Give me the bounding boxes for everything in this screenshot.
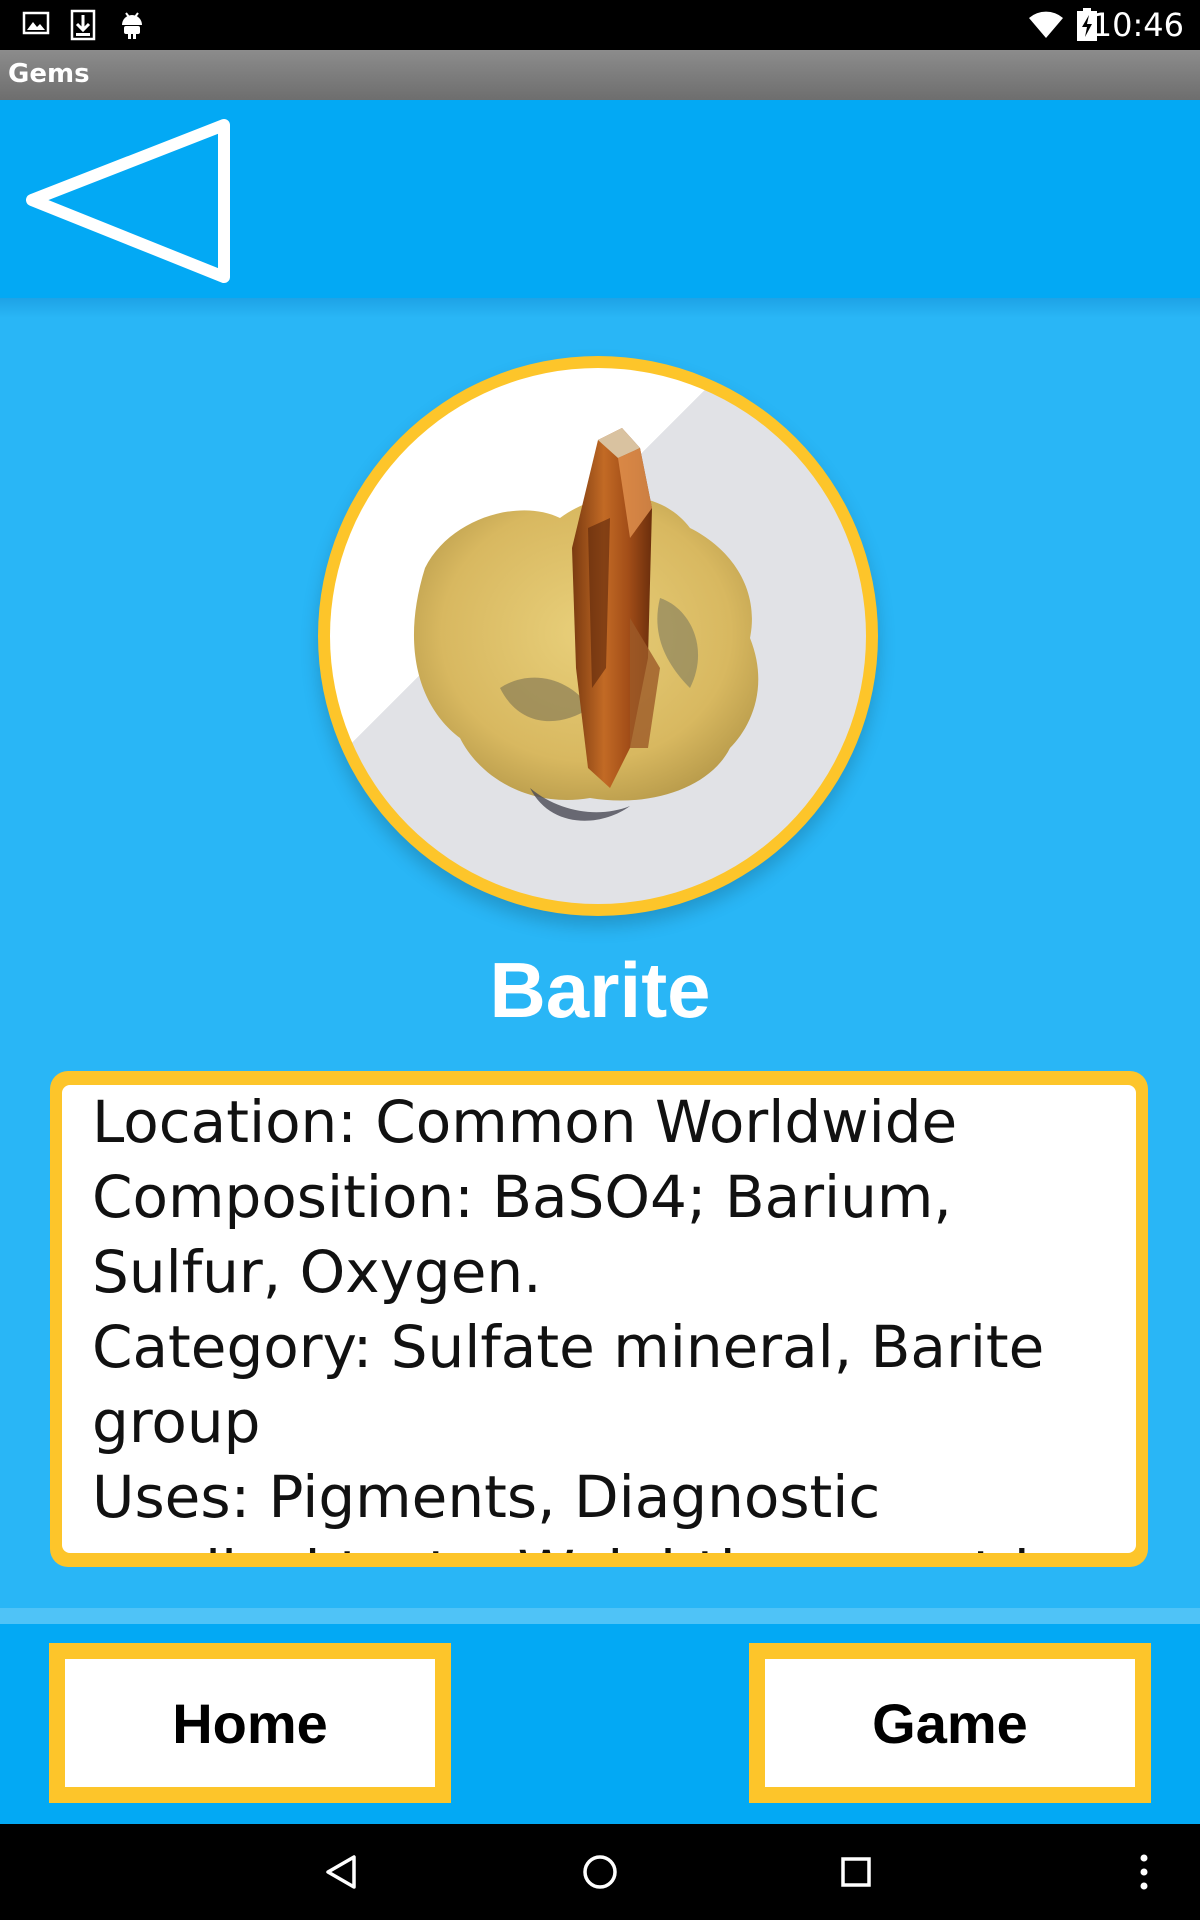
wifi-icon bbox=[1029, 11, 1063, 38]
home-button[interactable]: Home bbox=[49, 1643, 451, 1803]
gem-location: Location: Common Worldwide bbox=[92, 1088, 958, 1156]
game-button-label: Game bbox=[765, 1659, 1135, 1787]
gem-image bbox=[330, 368, 866, 904]
gem-category: Category: Sulfate mineral, Barite group bbox=[92, 1313, 1045, 1456]
recents-icon[interactable] bbox=[836, 1852, 876, 1892]
gem-info-box[interactable]: Location: Common Worldwide Composition: … bbox=[50, 1071, 1148, 1567]
status-time: 10:46 bbox=[1091, 6, 1184, 44]
home-circle-icon[interactable] bbox=[580, 1852, 620, 1892]
gem-info-text: Location: Common Worldwide Composition: … bbox=[92, 1085, 1122, 1553]
app-title: Gems bbox=[8, 59, 90, 89]
status-bar: 10:46 bbox=[0, 0, 1200, 50]
gem-info-scroll[interactable]: Location: Common Worldwide Composition: … bbox=[62, 1085, 1136, 1553]
home-button-label: Home bbox=[65, 1659, 435, 1787]
back-icon[interactable] bbox=[322, 1852, 362, 1892]
barite-crystal-photo bbox=[413, 428, 759, 821]
back-triangle-icon[interactable] bbox=[24, 117, 234, 285]
game-button[interactable]: Game bbox=[749, 1643, 1151, 1803]
overflow-menu-icon[interactable] bbox=[1134, 1852, 1154, 1892]
download-icon bbox=[70, 9, 96, 41]
gem-image-frame bbox=[318, 356, 878, 916]
header-shadow bbox=[0, 298, 1200, 318]
gem-uses: Uses: Pigments, Diagnostic medical tests… bbox=[92, 1463, 1067, 1553]
android-icon bbox=[122, 12, 142, 39]
image-icon bbox=[22, 11, 50, 35]
bottom-separator bbox=[0, 1608, 1200, 1624]
gem-composition: Composition: BaSO4; Barium, Sulfur, Oxyg… bbox=[92, 1163, 952, 1306]
app-title-bar: Gems bbox=[0, 50, 1200, 100]
system-navigation-bar bbox=[0, 1824, 1200, 1920]
gem-name-title: Barite bbox=[489, 946, 711, 1034]
